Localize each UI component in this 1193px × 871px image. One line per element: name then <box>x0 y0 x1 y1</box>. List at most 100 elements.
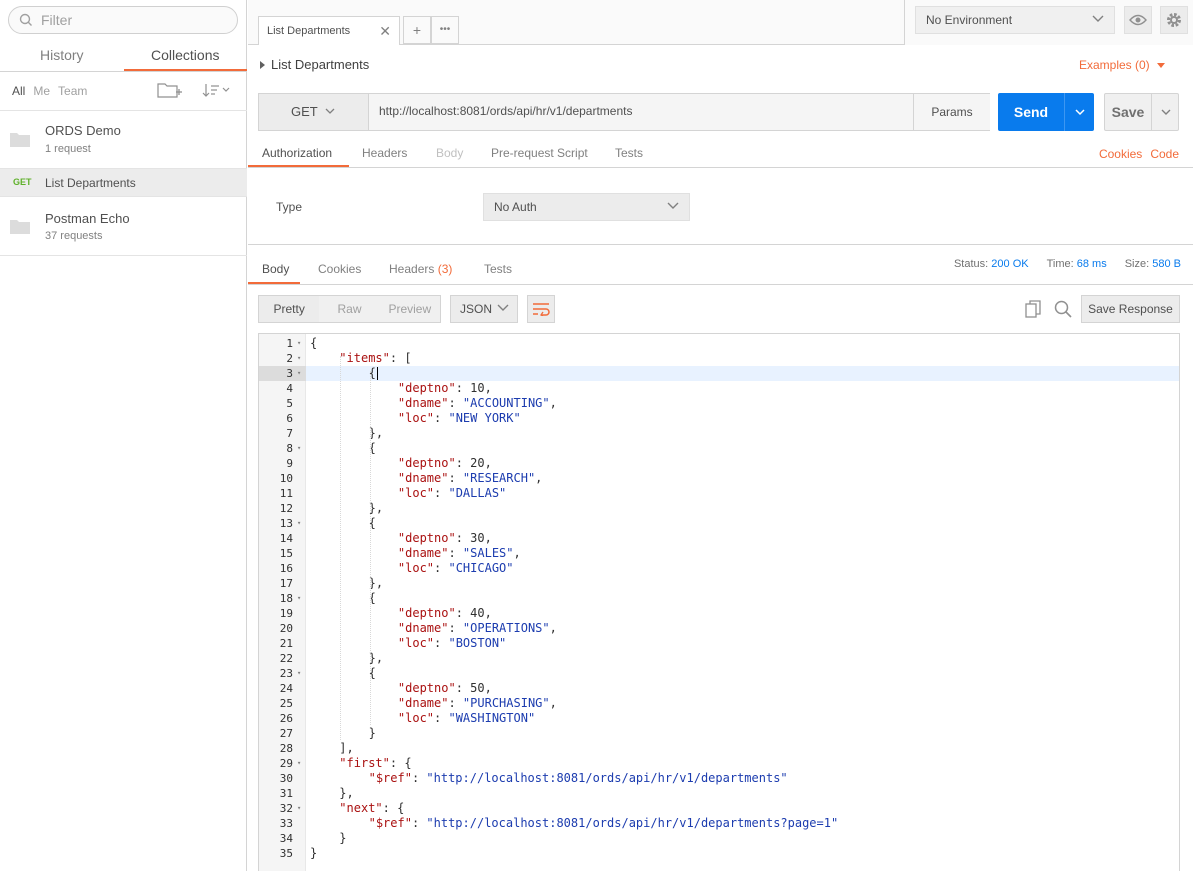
chevron-down-icon <box>497 304 509 311</box>
fold-toggle-icon[interactable]: ▾ <box>297 441 301 456</box>
owner-filter-me[interactable]: Me <box>33 84 50 98</box>
tab-authorization[interactable]: Authorization <box>262 146 332 160</box>
auth-type-select[interactable]: No Auth <box>483 193 690 221</box>
code-text: "dname": "ACCOUNTING", <box>398 396 557 411</box>
response-body-editor[interactable]: 1 ▾{2 ▾ "items": [3 ▾{4 "deptno": 10, 5 "dname"… <box>258 333 1180 871</box>
url-input[interactable]: http://localhost:8081/ords/api/hr/v1/dep… <box>379 104 632 118</box>
chevron-down-icon <box>1074 108 1085 115</box>
tab-response-body[interactable]: Body <box>262 262 289 276</box>
environment-select[interactable]: No Environment <box>915 6 1115 34</box>
new-collection-icon[interactable] <box>156 80 182 100</box>
fold-toggle-icon[interactable]: ▾ <box>297 336 301 351</box>
code-token: : <box>448 621 463 635</box>
code-token: , <box>484 681 492 695</box>
code-token: : <box>455 456 471 470</box>
filter-input[interactable] <box>41 12 221 28</box>
code-token: : <box>434 561 449 575</box>
tab-collections[interactable]: Collections <box>123 41 247 71</box>
code-line: 8 ▾{ <box>259 441 1179 456</box>
fold-toggle-icon[interactable]: ▾ <box>297 666 301 681</box>
code-token: 40 <box>470 606 485 620</box>
fold-toggle-icon[interactable]: ▾ <box>297 366 301 381</box>
code-line: 14 "deptno": 30, <box>259 531 1179 546</box>
owner-filter-all[interactable]: All <box>12 84 25 98</box>
save-response-button[interactable]: Save Response <box>1081 295 1180 323</box>
params-button[interactable]: Params <box>913 94 990 130</box>
code-token: }, <box>339 786 354 800</box>
fold-toggle-icon[interactable]: ▾ <box>297 591 301 606</box>
request-title[interactable]: List Departments <box>260 57 369 72</box>
code-token: "dname" <box>397 546 449 560</box>
tab-history[interactable]: History <box>0 41 124 71</box>
tab-response-cookies[interactable]: Cookies <box>318 262 361 276</box>
method-select[interactable]: GET <box>259 94 369 130</box>
send-button[interactable]: Send <box>998 93 1094 131</box>
copy-icon[interactable] <box>1025 300 1043 318</box>
view-preview[interactable]: Preview <box>380 296 440 322</box>
sort-icon[interactable] <box>202 82 230 98</box>
tab-tests[interactable]: Tests <box>615 146 643 160</box>
code-line: 15 "dname": "SALES", <box>259 546 1179 561</box>
tab-body[interactable]: Body <box>436 146 463 160</box>
response-status: Status: 200 OK <box>954 258 1029 270</box>
sidebar: History Collections All Me Team ORDS Dem… <box>0 0 247 871</box>
code-text: "deptno": 30, <box>398 531 492 546</box>
code-token: "dname" <box>397 471 449 485</box>
line-number: 10 <box>279 472 293 485</box>
request-tab[interactable]: List Departments ✕ <box>258 16 400 45</box>
fold-toggle-icon[interactable]: ▾ <box>297 516 301 531</box>
save-button[interactable]: Save <box>1104 93 1179 131</box>
more-tabs-button[interactable]: ••• <box>431 16 459 44</box>
collection-postman-echo[interactable]: Postman Echo 37 requests <box>0 198 247 256</box>
collection-meta: 37 requests <box>45 230 103 242</box>
fold-toggle-icon[interactable]: ▾ <box>297 801 301 816</box>
examples-dropdown[interactable]: Examples (0) <box>1079 58 1165 72</box>
filter-box[interactable] <box>8 6 238 34</box>
environment-quick-look-button[interactable] <box>1124 6 1152 34</box>
collection-ords-demo[interactable]: ORDS Demo 1 request <box>0 111 247 169</box>
format-select[interactable]: JSON <box>450 295 518 323</box>
wrap-lines-button[interactable] <box>527 295 555 323</box>
status-label: Status: <box>953 258 989 270</box>
tab-pre-request-script[interactable]: Pre-request Script <box>491 146 588 160</box>
send-label: Send <box>1013 104 1049 120</box>
view-raw[interactable]: Raw <box>319 296 379 322</box>
owner-filter: All Me Team <box>12 84 87 98</box>
code-line: 7}, <box>259 426 1179 441</box>
fold-toggle-icon[interactable]: ▾ <box>297 351 301 366</box>
code-token: "deptno" <box>397 456 456 470</box>
environment-area: No Environment <box>904 0 1193 45</box>
tab-response-tests[interactable]: Tests <box>484 262 512 276</box>
line-number: 33 <box>279 817 293 830</box>
request-list-departments[interactable]: GET List Departments <box>0 169 247 197</box>
tab-headers[interactable]: Headers <box>362 146 407 160</box>
code-link[interactable]: Code <box>1150 147 1179 161</box>
save-label: Save <box>1111 104 1145 120</box>
code-line: 20 "dname": "OPERATIONS", <box>259 621 1179 636</box>
send-options-button[interactable] <box>1064 93 1094 131</box>
search-icon[interactable] <box>1054 300 1072 318</box>
cookies-link[interactable]: Cookies <box>1099 147 1142 161</box>
settings-button[interactable] <box>1160 6 1188 34</box>
code-line: 3 ▾{ <box>259 366 1179 381</box>
fold-toggle-icon[interactable]: ▾ <box>297 756 301 771</box>
save-options-button[interactable] <box>1151 94 1179 130</box>
code-token: "next" <box>339 801 383 815</box>
line-number: 5 <box>286 397 293 410</box>
line-number: 20 <box>279 622 293 635</box>
url-bar: GET http://localhost:8081/ords/api/hr/v1… <box>258 93 990 131</box>
owner-filter-team[interactable]: Team <box>58 84 87 98</box>
wrap-lines-icon <box>533 303 550 316</box>
code-text: "dname": "RESEARCH", <box>398 471 543 486</box>
code-token: "CHICAGO" <box>448 561 514 575</box>
gear-icon <box>1167 13 1181 27</box>
close-icon[interactable]: ✕ <box>379 17 391 45</box>
code-token: ], <box>339 741 354 755</box>
line-number: 17 <box>279 577 293 590</box>
line-number: 30 <box>279 772 293 785</box>
view-pretty[interactable]: Pretty <box>259 296 320 322</box>
new-tab-button[interactable]: + <box>403 16 431 44</box>
code-line: 26 "loc": "WASHINGTON" <box>259 711 1179 726</box>
code-token: "http://localhost:8081/ords/api/hr/v1/de… <box>426 771 788 785</box>
tab-response-headers[interactable]: Headers (3) <box>389 262 452 276</box>
